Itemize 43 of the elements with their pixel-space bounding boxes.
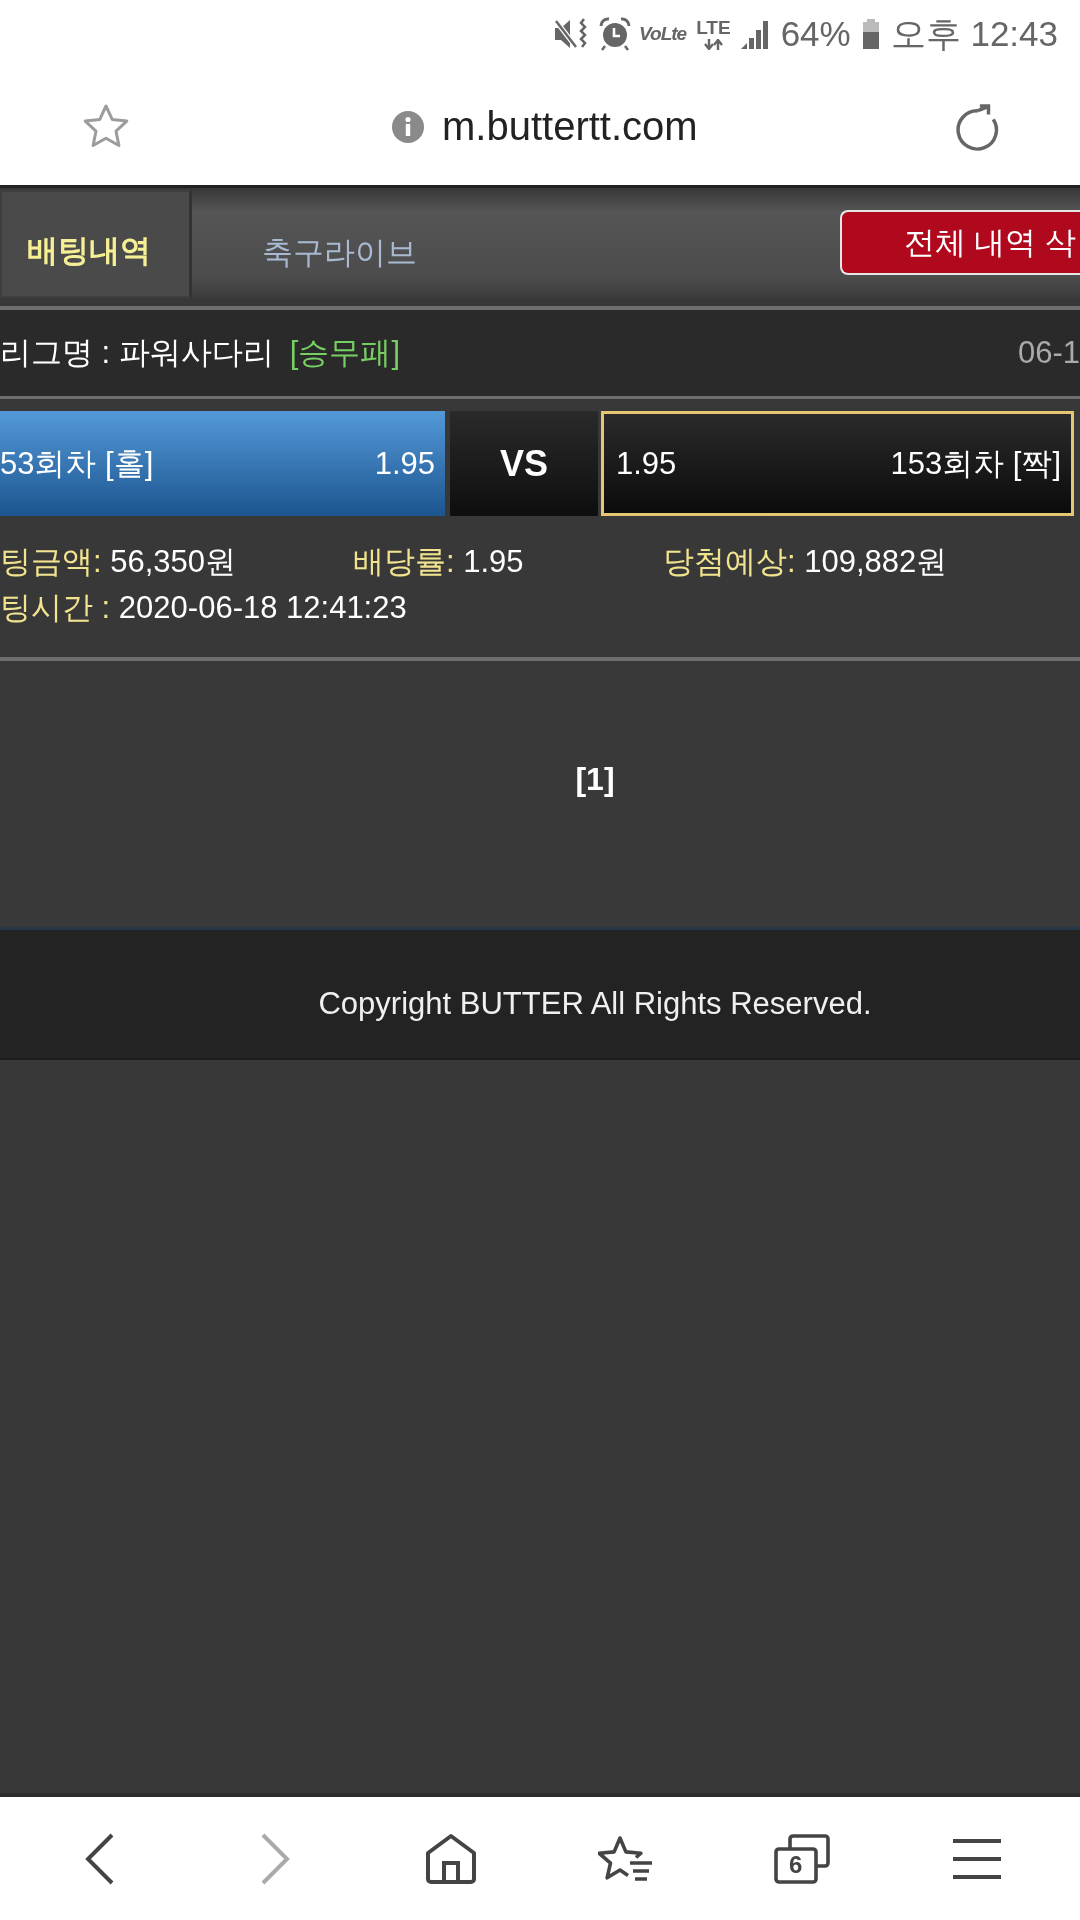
- pick-name: 153회차 [짝]: [890, 444, 1061, 483]
- star-list-icon: [598, 1833, 655, 1884]
- pick-odds: 1.95: [616, 445, 677, 482]
- bookmark-button[interactable]: [82, 103, 130, 150]
- delete-all-button[interactable]: 전체 내역 삭: [839, 210, 1080, 275]
- bet-date: 06-1: [1017, 335, 1080, 371]
- league-name: 리그명 : 파워사다리: [0, 334, 274, 372]
- tabs-button[interactable]: 6: [769, 1829, 834, 1888]
- clock-time: 오후 12:43: [890, 12, 1058, 55]
- chevron-right-icon: [260, 1832, 291, 1885]
- battery-icon: [862, 19, 879, 49]
- game-type-tag: [승무패]: [289, 332, 401, 374]
- pick-name: 53회차 [홀]: [0, 444, 154, 483]
- menu-icon: [953, 1838, 1002, 1879]
- detail-label: 팅시간 :: [0, 590, 111, 625]
- volte-indicator: VoLte: [639, 23, 687, 45]
- info-icon[interactable]: [392, 110, 424, 143]
- data-arrows-icon: [701, 38, 726, 50]
- copyright-text: Copyright BUTTER All Rights Reserved.: [318, 985, 872, 1023]
- reload-icon: [954, 102, 1000, 151]
- tab[interactable]: 축구라이브: [262, 190, 417, 298]
- detail-label: 배당률:: [353, 544, 455, 579]
- home-icon: [424, 1832, 477, 1885]
- detail-value: 56,350원: [110, 544, 237, 579]
- url-text[interactable]: m.buttertt.com: [442, 104, 698, 149]
- detail-value: 1.95: [463, 544, 524, 579]
- chevron-left-icon: [84, 1832, 115, 1885]
- page-link[interactable]: [1]: [575, 757, 615, 801]
- detail-value: 109,882원: [804, 544, 948, 579]
- tabs-icon: [773, 1833, 830, 1884]
- reload-button[interactable]: [954, 102, 1000, 151]
- star-icon: [82, 103, 130, 150]
- detail-label: 당첨예상:: [663, 544, 796, 579]
- pick-odds: 1.95: [374, 445, 435, 482]
- detail-value: 2020-06-18 12:41:23: [118, 590, 407, 625]
- detail-label: 팅금액:: [0, 544, 102, 579]
- network-type: LTE: [696, 18, 731, 37]
- battery-percent: 64%: [780, 14, 851, 54]
- tab[interactable]: 배팅내역: [0, 190, 192, 298]
- signal-icon: [740, 19, 769, 49]
- tab-count: 6: [788, 1850, 804, 1880]
- versus-label: VS: [450, 411, 598, 516]
- alarm-clock-icon: [598, 17, 633, 51]
